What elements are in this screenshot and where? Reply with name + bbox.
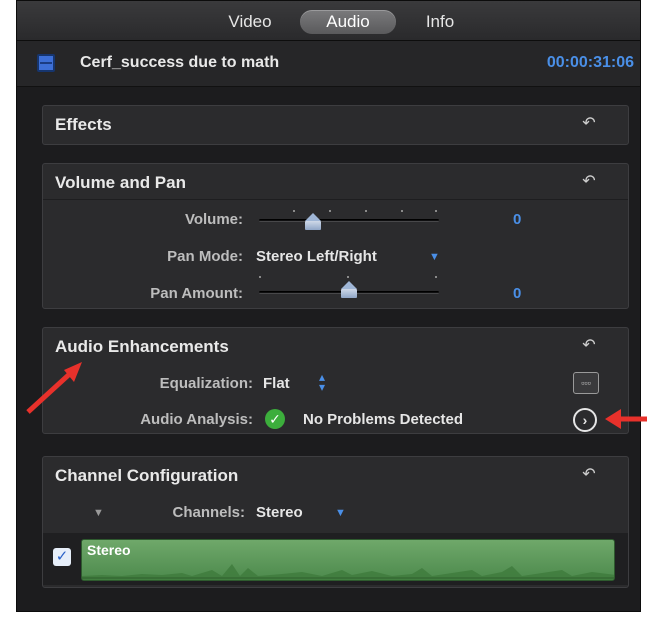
volume-pan-panel: Volume and Pan ↶ Volume: 0 Pan Mode: Ste… [42,163,629,309]
audio-inspector: Video Audio Info Cerf_success due to mat… [16,0,641,612]
slider-tick [365,210,367,212]
reset-arrow-icon[interactable]: ↶ [580,116,598,132]
analysis-status: No Problems Detected [303,411,464,428]
volume-slider-thumb[interactable] [305,213,321,230]
chevron-right-circle-icon[interactable]: › [573,408,597,432]
pan-slider-thumb[interactable] [341,281,357,298]
slider-tick [435,276,437,278]
audio-enhancements-panel: Audio Enhancements ↶ Equalization: Flat … [42,327,629,434]
audio-clip-icon [37,54,55,72]
audio-analysis-label: Audio Analysis: [140,411,253,428]
pan-amount-value[interactable]: 0 [513,285,521,302]
slider-tick [435,210,437,212]
annotation-arrow-right [605,409,647,429]
channels-label: Channels: [172,504,245,521]
annotation-arrow-left [26,362,82,414]
volume-pan-title: Volume and Pan [55,173,186,192]
inspector-tab-bar: Video Audio Info [17,1,640,41]
volume-slider[interactable] [259,208,439,232]
equalization-label: Equalization: [159,375,253,392]
effects-title: Effects [55,115,112,134]
lane-checkbox[interactable]: ✓ [53,548,71,566]
equalization-popup[interactable]: Flat [263,375,290,392]
volume-value[interactable]: 0 [513,211,521,228]
reset-arrow-icon[interactable]: ↶ [580,338,598,354]
reset-arrow-icon[interactable]: ↶ [580,174,598,190]
waveform[interactable]: Stereo [81,539,615,581]
volume-label: Volume: [184,211,243,228]
pan-mode-label: Pan Mode: [167,248,243,265]
audio-enhancements-header[interactable]: Audio Enhancements ↶ [43,328,628,364]
slider-tick [293,210,295,212]
tab-info[interactable]: Info [410,10,470,34]
checkmark-icon: ✓ [265,409,285,429]
channels-popup[interactable]: Stereo [256,504,303,521]
audio-enhancements-title: Audio Enhancements [55,337,229,356]
channels-row: ▼ Channels: Stereo ▼ [43,493,628,533]
slider-tick [401,210,403,212]
lane-label: Stereo [87,542,131,558]
volume-slider-track [259,219,439,222]
pan-mode-popup[interactable]: Stereo Left/Right [256,248,377,265]
tab-audio[interactable]: Audio [300,10,396,34]
clip-header: Cerf_success due to math 00:00:31:06 [17,41,640,87]
volume-pan-header[interactable]: Volume and Pan ↶ [43,164,628,200]
clip-timecode: 00:00:31:06 [546,54,634,71]
effects-panel: Effects ↶ [42,105,629,145]
up-down-arrows-icon[interactable]: ▴ ▾ [319,371,325,393]
slider-tick [259,276,261,278]
tab-video[interactable]: Video [215,10,285,34]
disclosure-triangle-icon[interactable]: ▼ [93,507,104,519]
pan-amount-label: Pan Amount: [150,285,243,302]
chevron-down-icon[interactable]: ▼ [429,251,440,263]
channel-configuration-panel: Channel Configuration ↶ ▼ Channels: Ster… [42,456,629,588]
clip-name: Cerf_success due to math [80,54,280,71]
pan-amount-slider[interactable] [259,274,439,298]
equalizer-icon[interactable]: ▫▫▫ [573,372,599,394]
channel-configuration-title: Channel Configuration [55,466,239,485]
slider-tick [347,276,349,278]
reset-arrow-icon[interactable]: ↶ [580,467,598,483]
audio-lane: ✓ Stereo [43,533,628,585]
waveform-graphic [82,564,614,580]
channel-configuration-header[interactable]: Channel Configuration ↶ [43,457,628,493]
effects-header[interactable]: Effects ↶ [43,106,628,142]
slider-tick [329,210,331,212]
chevron-down-icon[interactable]: ▼ [335,507,346,519]
